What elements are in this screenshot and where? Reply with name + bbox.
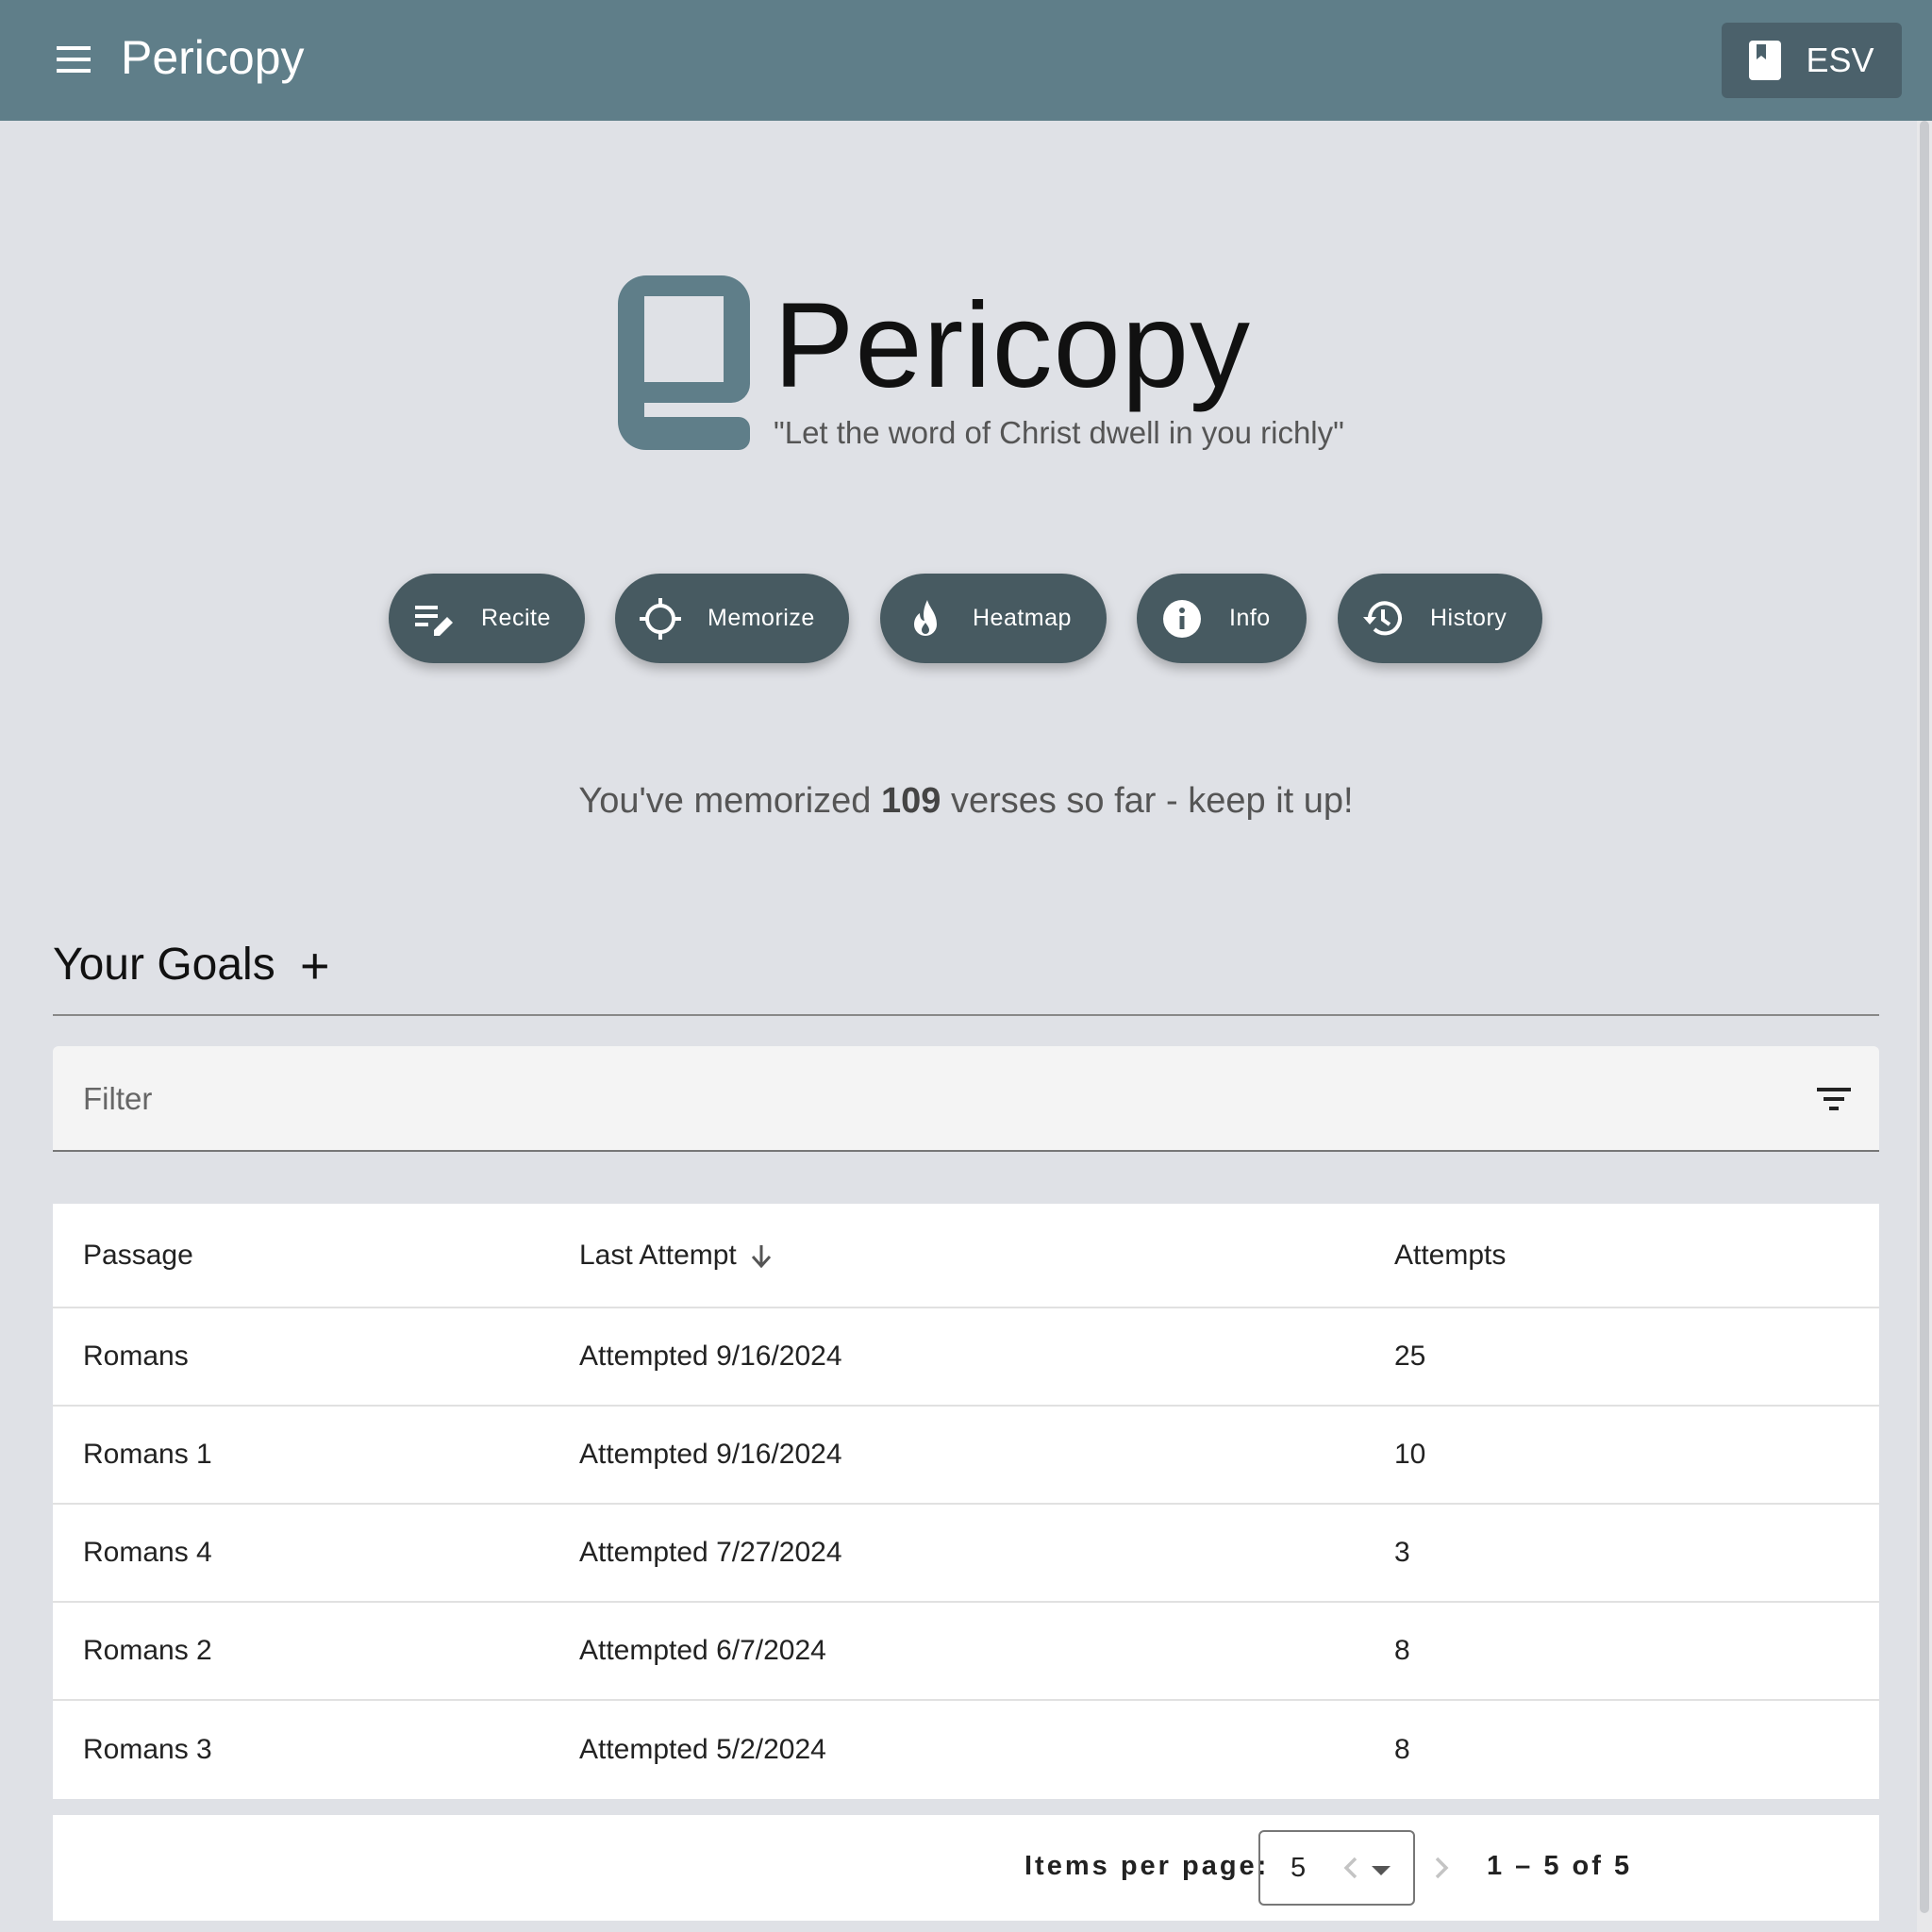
table-row[interactable]: Romans Attempted 9/16/2024 25: [53, 1308, 1879, 1407]
items-per-page-label: Items per page:: [1024, 1851, 1270, 1881]
goals-divider: [53, 1014, 1879, 1016]
table-row[interactable]: Romans 2 Attempted 6/7/2024 8: [53, 1603, 1879, 1701]
column-header-attempts[interactable]: Attempts: [1394, 1204, 1506, 1307]
pericopy-logo-icon: [618, 275, 750, 450]
last-attempt-cell: Attempted 9/16/2024: [579, 1439, 842, 1470]
info-label: Info: [1229, 605, 1271, 631]
recite-label: Recite: [481, 605, 551, 631]
passage-cell: Romans 1: [83, 1439, 212, 1470]
column-header-passage[interactable]: Passage: [83, 1204, 193, 1307]
last-attempt-cell: Attempted 6/7/2024: [579, 1635, 826, 1666]
table-row[interactable]: Romans 4 Attempted 7/27/2024 3: [53, 1505, 1879, 1603]
goals-table: Passage Last Attempt Attempts Romans Att…: [53, 1204, 1879, 1799]
toolbar-title: Pericopy: [121, 31, 305, 84]
arrow-down-icon: [751, 1244, 771, 1268]
next-page-button[interactable]: [1417, 1843, 1466, 1892]
heatmap-label: Heatmap: [973, 605, 1072, 631]
table-row[interactable]: Romans 1 Attempted 9/16/2024 10: [53, 1407, 1879, 1505]
attempts-cell: 3: [1394, 1537, 1410, 1568]
previous-page-button[interactable]: [1326, 1843, 1375, 1892]
translation-label: ESV: [1806, 41, 1874, 79]
hamburger-menu-icon[interactable]: [53, 42, 94, 79]
attempts-cell: 10: [1394, 1439, 1426, 1470]
history-icon: [1363, 600, 1402, 635]
chevron-left-icon: [1343, 1857, 1357, 1879]
recite-button[interactable]: Recite: [389, 574, 585, 663]
paginator: Items per page: 5 1 – 5 of 5: [53, 1815, 1879, 1921]
chevron-right-icon: [1435, 1857, 1449, 1879]
passage-cell: Romans: [83, 1341, 189, 1372]
info-button[interactable]: Info: [1137, 574, 1307, 663]
table-header-row: Passage Last Attempt Attempts: [53, 1204, 1879, 1308]
history-button[interactable]: History: [1338, 574, 1542, 663]
memorized-prefix: You've memorized: [578, 781, 881, 821]
page-scrollbar[interactable]: [1917, 121, 1932, 1932]
crosshair-icon: [640, 597, 681, 640]
history-label: History: [1430, 605, 1507, 631]
column-header-last-attempt-label: Last Attempt: [579, 1239, 737, 1271]
passage-cell: Romans 3: [83, 1734, 212, 1765]
translation-button[interactable]: ESV: [1722, 23, 1902, 98]
heatmap-button[interactable]: Heatmap: [880, 574, 1107, 663]
last-attempt-cell: Attempted 7/27/2024: [579, 1537, 842, 1568]
filter-field: [53, 1046, 1879, 1152]
hero-quote: "Let the word of Christ dwell in you ric…: [774, 415, 1344, 450]
page-range-label: 1 – 5 of 5: [1487, 1851, 1633, 1881]
memorize-label: Memorize: [708, 605, 815, 631]
flame-icon: [914, 599, 937, 636]
add-goal-button[interactable]: +: [300, 938, 330, 994]
attempts-cell: 8: [1394, 1635, 1410, 1666]
memorized-count: 109: [880, 781, 941, 821]
column-header-last-attempt[interactable]: Last Attempt: [579, 1204, 773, 1307]
passage-cell: Romans 2: [83, 1635, 212, 1666]
filter-input[interactable]: [83, 1074, 1781, 1124]
info-icon: [1163, 599, 1201, 638]
book-icon: [1749, 41, 1782, 80]
table-row[interactable]: Romans 3 Attempted 5/2/2024 8: [53, 1701, 1879, 1799]
goals-title: Your Goals: [53, 940, 275, 990]
hero-title: Pericopy: [774, 278, 1251, 413]
last-attempt-cell: Attempted 5/2/2024: [579, 1734, 826, 1765]
items-per-page-value: 5: [1291, 1853, 1307, 1883]
filter-list-icon[interactable]: [1815, 1084, 1853, 1114]
top-toolbar: Pericopy ESV: [0, 0, 1932, 121]
memorized-suffix: verses so far - keep it up!: [941, 781, 1354, 821]
action-buttons: Recite Memorize Heatmap Info History: [0, 574, 1932, 663]
attempts-cell: 8: [1394, 1734, 1410, 1765]
attempts-cell: 25: [1394, 1341, 1426, 1372]
memorized-message: You've memorized 109 verses so far - kee…: [0, 781, 1932, 822]
passage-cell: Romans 4: [83, 1537, 212, 1568]
edit-note-icon: [415, 605, 453, 636]
last-attempt-cell: Attempted 9/16/2024: [579, 1341, 842, 1372]
memorize-button[interactable]: Memorize: [615, 574, 849, 663]
